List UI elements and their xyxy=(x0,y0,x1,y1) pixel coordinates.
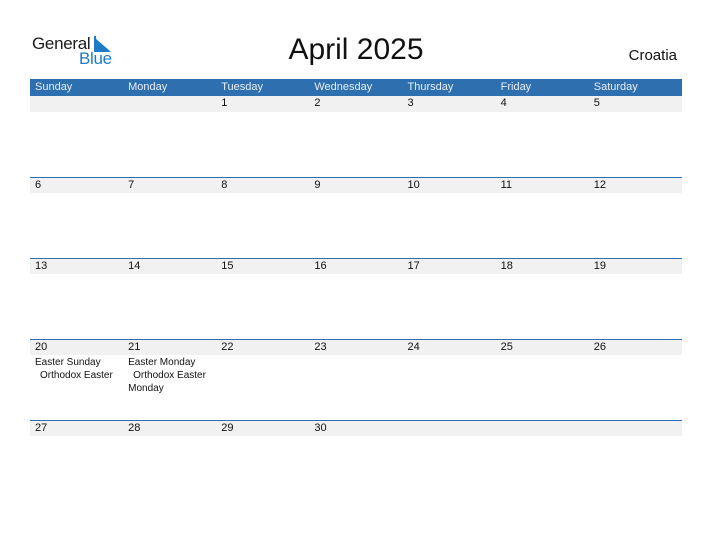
week-row-4: 20 21 22 23 24 25 26 Easter Sunday Ortho… xyxy=(30,339,682,420)
day-cell: 19 xyxy=(593,260,606,272)
day-cell: 13 xyxy=(35,260,48,272)
day-cell: 25 xyxy=(500,341,513,353)
day-cell: 21 xyxy=(128,341,141,353)
events-row: Easter Sunday Orthodox Easter Easter Mon… xyxy=(30,355,682,395)
weekday-friday: Friday xyxy=(500,81,532,93)
day-cell: 23 xyxy=(314,341,327,353)
day-cell: 30 xyxy=(314,422,327,434)
day-cell: 24 xyxy=(407,341,420,353)
date-bar: 13 14 15 16 17 18 19 xyxy=(30,258,682,274)
calendar-grid: Sunday Monday Tuesday Wednesday Thursday… xyxy=(30,79,682,501)
week-row-3: 13 14 15 16 17 18 19 xyxy=(30,258,682,339)
day-cell: 7 xyxy=(128,179,135,191)
calendar-title: April 2025 xyxy=(288,33,424,66)
weekday-tuesday: Tuesday xyxy=(221,81,264,93)
day-cell: 15 xyxy=(221,260,234,272)
day-cell xyxy=(589,421,682,436)
weekday-saturday: Saturday xyxy=(593,81,638,93)
date-bar: 20 21 22 23 24 25 26 xyxy=(30,339,682,355)
day-cell: 11 xyxy=(500,179,513,191)
day-cell: 22 xyxy=(221,341,234,353)
weekday-thursday: Thursday xyxy=(407,81,454,93)
holiday-event: Easter Monday xyxy=(128,357,196,368)
date-bar: 6 7 8 9 10 11 12 xyxy=(30,177,682,193)
day-cell: 27 xyxy=(35,422,48,434)
date-bar: 1 2 3 4 5 xyxy=(30,96,682,112)
weekday-sunday: Sunday xyxy=(35,81,73,93)
day-cell: 8 xyxy=(221,179,228,191)
day-cell: 17 xyxy=(407,260,420,272)
day-cell: 16 xyxy=(314,260,327,272)
day-cell xyxy=(403,421,496,436)
holiday-event: Orthodox Easter xyxy=(133,370,206,381)
day-cell: 28 xyxy=(128,422,141,434)
weekday-header: Sunday Monday Tuesday Wednesday Thursday… xyxy=(30,79,682,96)
day-cell: 9 xyxy=(314,179,321,191)
weekday-wednesday: Wednesday xyxy=(314,81,373,93)
events-sunday: Easter Sunday Orthodox Easter xyxy=(30,355,123,395)
date-bar: 27 28 29 30 xyxy=(30,420,682,436)
weekday-monday: Monday xyxy=(128,81,168,93)
day-cell: 10 xyxy=(407,179,420,191)
day-cell: 3 xyxy=(407,97,414,109)
country-label: Croatia xyxy=(628,47,677,64)
day-cell: 12 xyxy=(593,179,606,191)
day-cell: 29 xyxy=(221,422,234,434)
day-cell: 26 xyxy=(593,341,606,353)
day-cell: 2 xyxy=(314,97,321,109)
day-cell: 14 xyxy=(128,260,141,272)
day-cell: 4 xyxy=(500,97,507,109)
day-cell: 6 xyxy=(35,179,42,191)
day-cell xyxy=(30,96,123,112)
holiday-event-continued: Monday xyxy=(128,383,164,394)
week-row-5: 27 28 29 30 xyxy=(30,420,682,501)
events-monday: Easter Monday Orthodox Easter Monday xyxy=(123,355,216,395)
day-cell: 5 xyxy=(593,97,600,109)
day-cell: 20 xyxy=(35,341,48,353)
day-cell xyxy=(496,421,589,436)
day-cell xyxy=(123,96,216,112)
holiday-event: Orthodox Easter xyxy=(40,370,113,381)
week-row-2: 6 7 8 9 10 11 12 xyxy=(30,177,682,258)
holiday-event: Easter Sunday xyxy=(35,357,101,368)
week-row-1: 1 2 3 4 5 xyxy=(30,96,682,177)
day-cell: 1 xyxy=(221,97,228,109)
day-cell: 18 xyxy=(500,260,513,272)
